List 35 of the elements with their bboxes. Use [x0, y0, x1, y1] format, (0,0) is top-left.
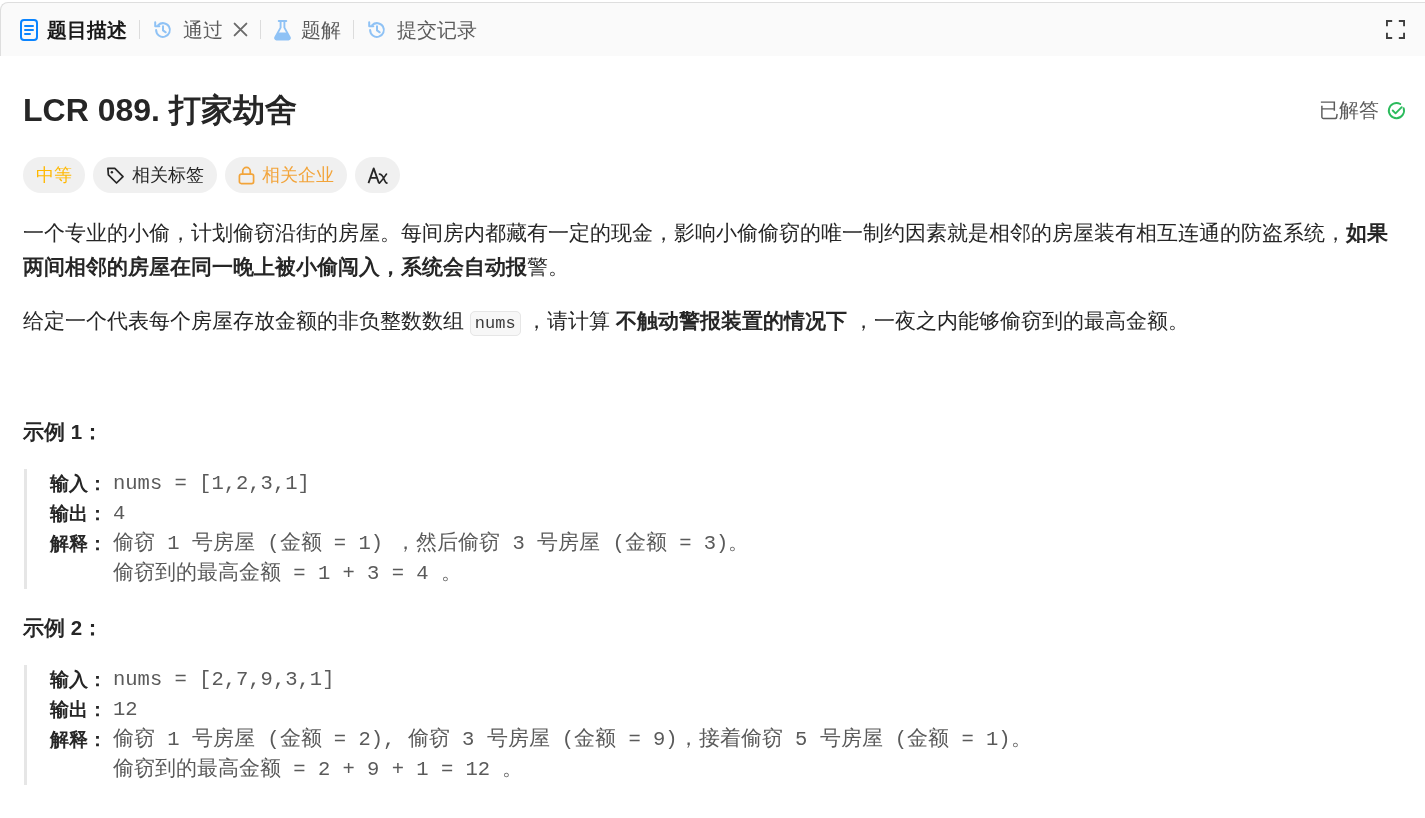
example-value: 偷窃到的最高金额 = 1 + 3 = 4 。 — [113, 560, 463, 587]
example-value: nums = [1,2,3,1] — [113, 471, 311, 497]
example-heading: 示例 1： — [23, 419, 104, 445]
example-heading: 示例 2： — [23, 615, 104, 641]
history-icon — [152, 18, 174, 41]
example-label: 输入： — [50, 668, 108, 692]
translate-button[interactable] — [355, 157, 400, 193]
close-icon[interactable] — [233, 22, 248, 37]
history-icon — [366, 18, 388, 41]
tab[interactable]: 题解 — [273, 17, 341, 42]
example-value: 偷窃 1 号房屋 (金额 = 1) ，然后偷窃 3 号房屋 (金额 = 3)。 — [113, 530, 750, 557]
example-label: 输入： — [50, 472, 108, 496]
tab[interactable]: 题目描述 — [20, 17, 127, 42]
example-value: 12 — [113, 697, 139, 723]
tag-icon — [106, 165, 125, 185]
problem-title: LCR 089. 打家劫舍 — [23, 91, 297, 129]
difficulty-tag: 中等 — [23, 157, 85, 193]
example-label: 输出： — [50, 502, 108, 526]
tab[interactable]: 通过 — [152, 17, 223, 42]
solved-status: 已解答 — [1319, 98, 1379, 123]
example-label: 输出： — [50, 698, 108, 722]
description-paragraph: 一个专业的小偷，计划偷窃沿街的房屋。每间房内都藏有一定的现金，影响小偷偷窃的唯一制约因素就是相邻的房屋装有相互连通的防盗系统，如果两间相邻的房屋在同一晚上被小偷闯入，系统会自动报警。 — [23, 220, 1389, 280]
example-value: nums = [2,7,9,3,1] — [113, 667, 336, 693]
tab[interactable]: 提交记录 — [366, 17, 477, 42]
example-value: 4 — [113, 501, 127, 527]
flask-icon — [273, 18, 292, 41]
example-label: 解释： — [50, 728, 108, 752]
translate-icon — [367, 165, 388, 185]
example-value: 偷窃到的最高金额 = 2 + 9 + 1 = 12 。 — [113, 756, 525, 783]
topics-button[interactable]: 相关标签 — [93, 157, 217, 193]
description-paragraph: 给定一个代表每个房屋存放金额的非负整数数组 nums ，请计算 不触动警报装置的情况下 ，一夜之内能够偷窃到的最高金额。 — [23, 304, 1402, 341]
document-icon — [20, 18, 38, 41]
fullscreen-icon[interactable] — [1386, 20, 1405, 39]
example-label: 解释： — [50, 532, 108, 556]
example-value: 偷窃 1 号房屋 (金额 = 2), 偷窃 3 号房屋 (金额 = 9)，接着偷窃 5 号房屋 (金额 = 1)。 — [113, 726, 1032, 753]
